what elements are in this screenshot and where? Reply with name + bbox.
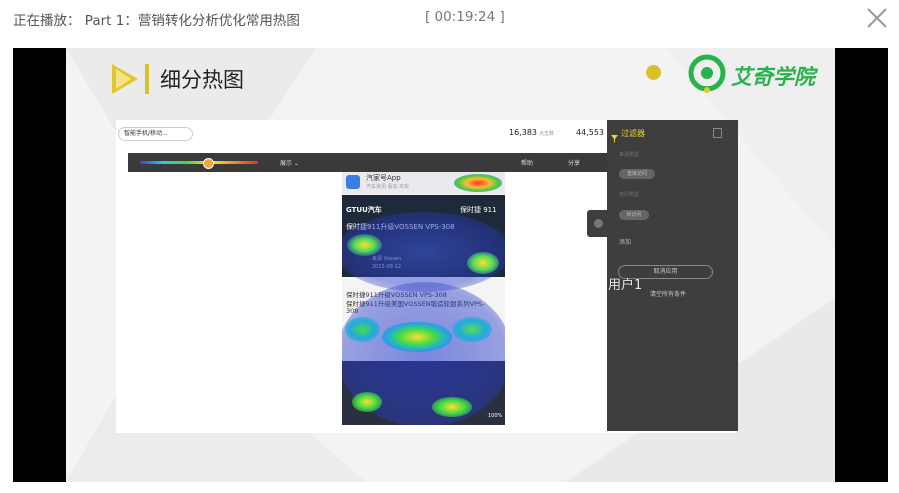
playback-timestamp: [ 00:19:24 ] xyxy=(425,9,505,25)
clear-conditions-link: 清空所有条件 xyxy=(650,291,687,298)
hero-author: 来源 Vossen xyxy=(372,256,402,262)
visit-count: 44,553 xyxy=(576,128,604,137)
user-overlay-label: 用户1 xyxy=(608,278,643,293)
click-count-label: 点击数 xyxy=(539,131,555,137)
hero-model: 保时捷 911 xyxy=(460,206,497,214)
brand-logo-text: 艾奇学院 xyxy=(731,65,815,89)
app-name: 汽家号App xyxy=(366,174,401,182)
save-icon xyxy=(713,128,722,138)
app-banner: 汽家号App 汽车资讯·看车·买车 xyxy=(342,172,505,194)
hero-date: 2015-08-12 xyxy=(372,264,402,270)
filter-chip-source: 直接访问 xyxy=(619,169,655,179)
funnel-icon xyxy=(611,128,618,143)
car-image xyxy=(342,361,505,425)
help-link: 帮助 xyxy=(521,160,534,167)
heatmap-toolbar: 展示 ⌄ 帮助 分享 xyxy=(128,153,608,172)
hero-card: GTUU汽车 保时捷 911 保时捷911升级VOSSEN VPS-308 来源… xyxy=(342,195,505,277)
filter-title: 过滤器 xyxy=(621,129,645,138)
video-player[interactable]: 细分热图 艾奇学院 智能手机/移动... 16,383 点击数 44,553 展… xyxy=(13,48,888,482)
filter-label-visit: 访问类型 xyxy=(619,192,640,198)
toggle-dot-icon xyxy=(594,219,603,228)
decorative-dot xyxy=(646,65,661,80)
slide-title: 细分热图 xyxy=(160,68,244,92)
hero-headline: 保时捷911升级VOSSEN VPS-308 xyxy=(346,223,455,231)
filter-panel-toggle xyxy=(587,210,609,237)
heat-spot xyxy=(345,317,380,342)
intensity-slider-knob xyxy=(203,158,214,169)
add-filter: 添加 xyxy=(619,239,632,246)
app-icon xyxy=(346,175,360,189)
filter-chip-visit: 新访问 xyxy=(619,210,649,220)
hero-brand: GTUU汽车 xyxy=(346,206,382,214)
title-accent-bar xyxy=(145,64,149,94)
device-dropdown: 智能手机/移动... xyxy=(118,127,193,141)
display-toggle: 展示 ⌄ xyxy=(280,160,299,167)
close-icon[interactable] xyxy=(865,6,889,30)
heat-spot xyxy=(452,317,492,342)
filter-label-source: 来源类型 xyxy=(619,152,640,158)
mobile-page-preview: 汽家号App 汽车资讯·看车·买车 GTUU汽车 保时捷 911 保时捷911升… xyxy=(342,172,505,425)
slide-frame: 细分热图 艾奇学院 智能手机/移动... 16,383 点击数 44,553 展… xyxy=(66,48,835,482)
play-arrow-icon xyxy=(110,62,140,100)
article-summary: 保时捷911升级美国VOSSEN锻造轮毂系列VPS- xyxy=(346,300,485,308)
heat-spot xyxy=(382,322,452,352)
intensity-gradient xyxy=(140,161,258,164)
brand-logo-icon xyxy=(687,54,727,94)
share-link: 分享 xyxy=(568,160,581,167)
app-subtitle: 汽车资讯·看车·买车 xyxy=(366,184,410,190)
click-count: 16,383 xyxy=(509,128,537,137)
now-playing-title: 正在播放： Part 1：营销转化分析优化常用热图 xyxy=(13,13,300,29)
article-summary-end: 308 xyxy=(346,307,359,315)
player-header: 正在播放： Part 1：营销转化分析优化常用热图 [ 00:19:24 ] xyxy=(0,0,899,40)
scroll-percent: 100% xyxy=(488,413,503,419)
